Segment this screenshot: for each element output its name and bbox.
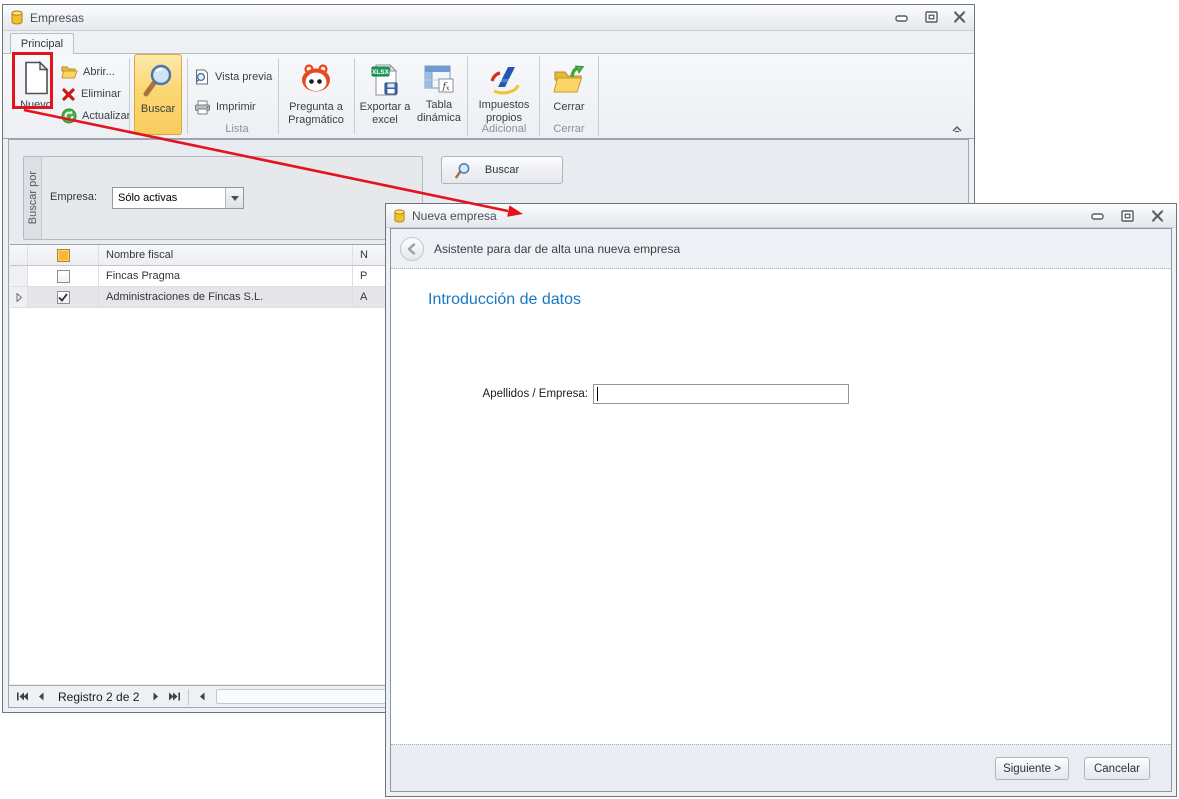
pragmatico-robot-icon: [297, 63, 335, 97]
database-icon: [393, 208, 406, 223]
cerrar-label: Cerrar: [553, 101, 585, 113]
preview-icon: [194, 69, 210, 85]
empresas-window-title: Empresas: [30, 10, 85, 25]
buscar-button-label: Buscar: [484, 164, 520, 176]
siguiente-button[interactable]: Siguiente >: [995, 757, 1069, 780]
minimize-button[interactable]: [890, 11, 912, 26]
first-record-button[interactable]: [14, 689, 30, 705]
close-folder-icon: [552, 63, 586, 97]
cell-nombre-fiscal[interactable]: Fincas Pragma: [99, 266, 353, 286]
imprimir-button[interactable]: Imprimir: [194, 97, 256, 117]
ribbon-tabrow: Principal: [3, 31, 974, 54]
printer-icon: [194, 100, 211, 115]
empresas-titlebar[interactable]: Empresas: [3, 5, 974, 31]
close-button[interactable]: [948, 9, 970, 24]
cancelar-button[interactable]: Cancelar: [1084, 757, 1150, 780]
buscar-ribbon-label: Buscar: [140, 103, 176, 115]
ribbon-group-separator: [467, 56, 468, 136]
wizard-footer: Siguiente > Cancelar: [391, 744, 1171, 791]
maximize-button[interactable]: [1116, 208, 1138, 223]
excel-export-icon: XLSX: [370, 63, 400, 97]
dropdown-arrow-icon[interactable]: [225, 188, 243, 208]
empresa-dropdown[interactable]: Sólo activas: [112, 187, 244, 209]
previous-record-button[interactable]: [33, 689, 49, 705]
group-label-adicional: Adicional: [481, 123, 527, 135]
wizard-header-text: Asistente para dar de alta una nueva emp…: [434, 241, 681, 256]
nuevo-label: Nuevo: [20, 99, 52, 111]
row-checkbox-cell[interactable]: [28, 287, 99, 307]
group-label-cerrar: Cerrar: [553, 123, 585, 135]
empresa-dropdown-value: Sólo activas: [118, 192, 178, 204]
statusbar-divider: [188, 688, 190, 705]
scroll-left-button[interactable]: [194, 689, 210, 705]
tab-principal[interactable]: Principal: [10, 33, 74, 54]
row-checkbox-checked[interactable]: [56, 290, 70, 304]
row-checkbox-cell[interactable]: [28, 266, 99, 286]
search-icon: [141, 63, 175, 99]
apellidos-empresa-input[interactable]: [593, 384, 849, 404]
ribbon: Nuevo Abrir... Eliminar Actualizar Busca…: [3, 54, 974, 139]
column-header-nombre-fiscal[interactable]: Nombre fiscal: [99, 245, 353, 265]
next-record-button[interactable]: [148, 689, 164, 705]
nueva-empresa-window-title: Nueva empresa: [412, 208, 497, 223]
nueva-empresa-window: Nueva empresa Asistente para dar de alta…: [385, 203, 1177, 797]
pivot-table-icon: fx: [423, 63, 455, 95]
row-indicator-header: [10, 245, 28, 265]
database-icon: [10, 10, 24, 25]
tab-principal-label: Principal: [20, 38, 64, 50]
abrir-label: Abrir...: [83, 66, 115, 78]
row-indicator-cell: [10, 287, 28, 307]
actualizar-label: Actualizar: [82, 110, 131, 122]
open-folder-icon: [61, 65, 78, 79]
impuestos-propios-label: Impuestos propios: [478, 99, 530, 124]
maximize-button[interactable]: [920, 9, 942, 24]
minimize-button[interactable]: [1086, 209, 1108, 224]
new-document-icon: [23, 61, 50, 95]
apellidos-empresa-label: Apellidos / Empresa:: [482, 388, 588, 400]
wizard-frame: Asistente para dar de alta una nueva emp…: [390, 228, 1172, 792]
empresa-label: Empresa:: [50, 191, 98, 203]
refresh-icon: [61, 108, 77, 124]
aeat-icon: [486, 63, 522, 95]
tabla-dinamica-label: Tabla dinámica: [416, 99, 462, 124]
select-all-header[interactable]: [28, 245, 99, 265]
search-icon: [454, 162, 471, 179]
last-record-button[interactable]: [167, 689, 183, 705]
row-checkbox-unchecked[interactable]: [56, 269, 70, 283]
ribbon-group-separator: [598, 56, 599, 136]
row-indicator-cell: [10, 266, 28, 286]
group-label-lista: Lista: [225, 123, 249, 135]
delete-x-icon: [61, 87, 76, 102]
close-button[interactable]: [1146, 208, 1168, 223]
back-button[interactable]: [400, 236, 424, 261]
cell-nombre-fiscal[interactable]: Administraciones de Fincas S.L.: [99, 287, 353, 307]
select-all-checkbox[interactable]: [56, 248, 70, 262]
text-cursor: [597, 387, 598, 401]
section-title: Introducción de datos: [428, 291, 581, 308]
search-panel-caption[interactable]: Buscar por: [24, 157, 42, 239]
vista-previa-label: Vista previa: [215, 71, 273, 83]
imprimir-label: Imprimir: [216, 101, 256, 113]
ribbon-group-separator: [539, 56, 540, 136]
svg-text:XLSX: XLSX: [372, 69, 390, 76]
search-panel: Buscar por Empresa: Sólo activas: [23, 156, 423, 240]
vista-previa-button[interactable]: Vista previa: [194, 67, 272, 87]
record-count-label: Registro 2 de 2: [58, 689, 140, 704]
collapse-ribbon-icon[interactable]: [950, 123, 964, 134]
buscar-por-label: Buscar por: [26, 171, 39, 225]
abrir-button[interactable]: Abrir...: [61, 62, 115, 82]
eliminar-label: Eliminar: [81, 88, 121, 100]
current-row-arrow-icon: [16, 292, 22, 302]
eliminar-button[interactable]: Eliminar: [61, 84, 121, 104]
buscar-button[interactable]: Buscar: [441, 156, 563, 184]
nueva-empresa-titlebar[interactable]: Nueva empresa: [386, 204, 1176, 228]
wizard-header: Asistente para dar de alta una nueva emp…: [391, 229, 1171, 269]
